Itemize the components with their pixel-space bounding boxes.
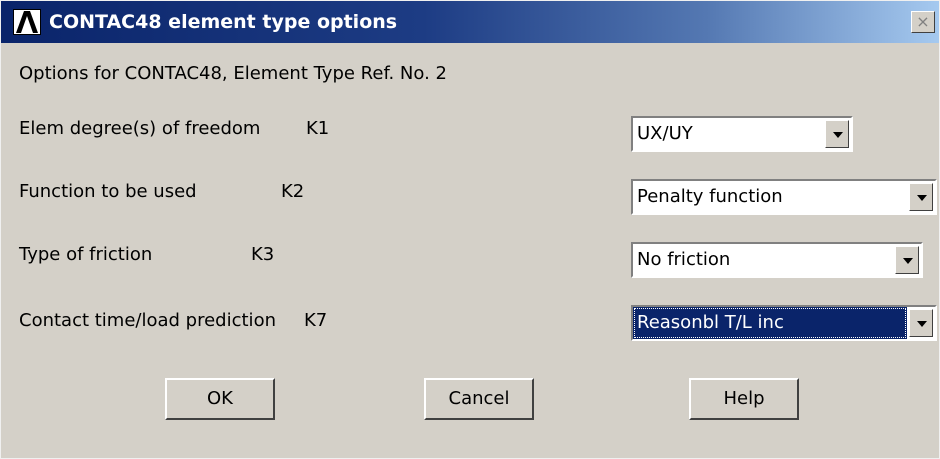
option-key-k7: K7 [304,310,328,331]
option-key-k1: K1 [306,118,330,139]
ansys-logo-icon [13,9,41,35]
function-select-value: Penalty function [637,186,783,207]
help-button[interactable]: Help [689,378,799,420]
window-title: CONTAC48 element type options [49,11,398,33]
cancel-button[interactable]: Cancel [424,378,534,420]
dof-select-value: UX/UY [637,123,693,144]
friction-select[interactable]: No friction [631,242,923,278]
function-select[interactable]: Penalty function [631,179,937,215]
ok-button[interactable]: OK [165,378,275,420]
dialog-window: CONTAC48 element type options × Options … [0,0,940,459]
title-bar[interactable]: CONTAC48 element type options × [1,1,939,43]
prediction-select-value: Reasonbl T/L inc [633,307,907,339]
chevron-down-icon[interactable] [909,309,933,337]
chevron-down-icon[interactable] [895,246,919,274]
option-key-k3: K3 [251,244,275,265]
chevron-down-icon[interactable] [825,120,849,148]
option-key-k2: K2 [281,181,305,202]
dof-select[interactable]: UX/UY [631,116,853,152]
option-label-k1: Elem degree(s) of freedom [19,118,261,139]
dialog-subtitle: Options for CONTAC48, Element Type Ref. … [19,63,447,84]
option-label-k3: Type of friction [19,244,153,265]
option-label-k2: Function to be used [19,181,197,202]
prediction-select[interactable]: Reasonbl T/L inc [631,305,937,341]
option-label-k7: Contact time/load prediction [19,310,276,331]
chevron-down-icon[interactable] [909,183,933,211]
friction-select-value: No friction [637,249,731,270]
close-button[interactable]: × [911,11,935,33]
